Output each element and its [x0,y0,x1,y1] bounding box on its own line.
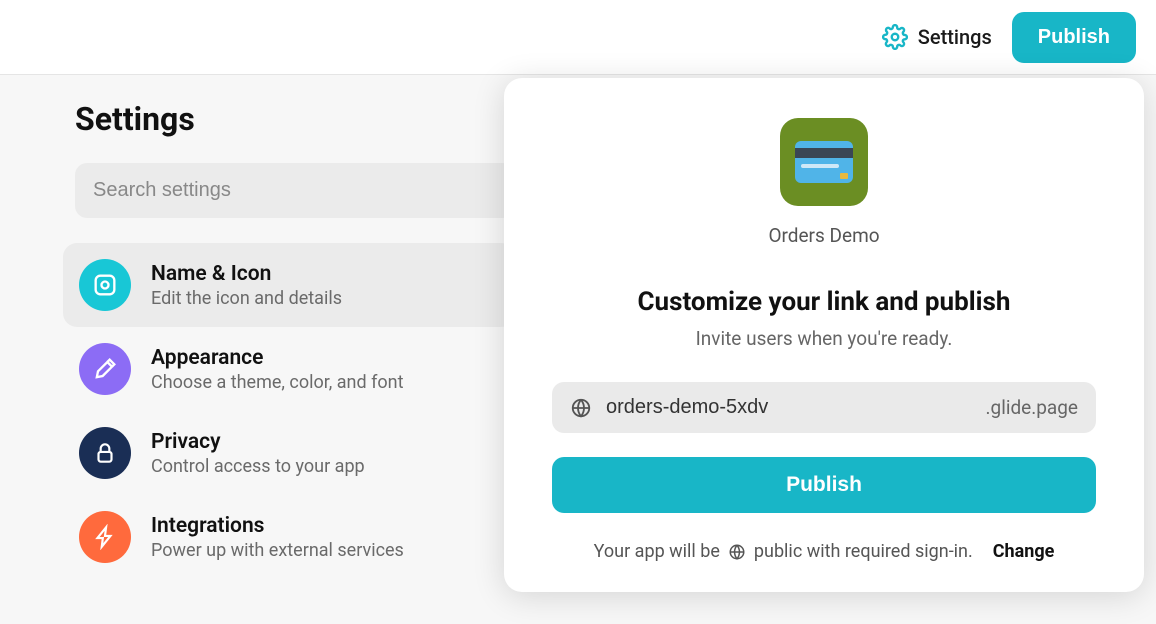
bolt-icon [79,511,131,563]
lock-icon [79,427,131,479]
setting-title: Name & Icon [151,262,342,286]
settings-label: Settings [918,25,992,49]
topbar: Settings Publish [0,0,1156,75]
credit-card-icon [795,141,853,183]
brush-icon [79,343,131,395]
globe-icon [570,397,592,419]
setting-text: Appearance Choose a theme, color, and fo… [151,346,403,393]
sidebar-item-name-icon[interactable]: Name & Icon Edit the icon and details [63,243,515,327]
app-name: Orders Demo [768,224,879,247]
setting-title: Integrations [151,514,404,538]
camera-icon [79,259,131,311]
page-title: Settings [75,100,515,138]
gear-icon [882,24,908,50]
visibility-prefix: Your app will be [594,541,720,562]
settings-sidebar: Settings Name & Icon Edit the icon and d… [45,75,515,624]
link-row: .glide.page [552,382,1096,433]
popover-title: Customize your link and publish [638,287,1011,317]
globe-icon [728,543,746,561]
change-link[interactable]: Change [993,541,1055,562]
sidebar-item-integrations[interactable]: Integrations Power up with external serv… [63,495,515,579]
publish-button-main[interactable]: Publish [552,457,1096,513]
sidebar-item-privacy[interactable]: Privacy Control access to your app [63,411,515,495]
publish-popover: Orders Demo Customize your link and publ… [504,78,1144,592]
visibility-row: Your app will be public with required si… [594,541,1055,562]
settings-link[interactable]: Settings [882,24,992,50]
sidebar-item-appearance[interactable]: Appearance Choose a theme, color, and fo… [63,327,515,411]
search-input[interactable] [75,163,515,218]
setting-text: Privacy Control access to your app [151,430,365,477]
popover-subtitle: Invite users when you're ready. [696,327,953,350]
setting-text: Name & Icon Edit the icon and details [151,262,342,309]
subdomain-input[interactable] [606,396,972,419]
setting-desc: Control access to your app [151,456,365,477]
setting-desc: Choose a theme, color, and font [151,372,403,393]
app-icon [780,118,868,206]
setting-title: Privacy [151,430,365,454]
settings-list: Name & Icon Edit the icon and details Ap… [75,243,515,579]
setting-title: Appearance [151,346,403,370]
setting-text: Integrations Power up with external serv… [151,514,404,561]
setting-desc: Power up with external services [151,540,404,561]
link-suffix: .glide.page [986,396,1078,419]
gutter [0,75,45,624]
publish-button-top[interactable]: Publish [1012,12,1136,63]
setting-desc: Edit the icon and details [151,288,342,309]
visibility-text: public with required sign-in. [754,541,973,562]
